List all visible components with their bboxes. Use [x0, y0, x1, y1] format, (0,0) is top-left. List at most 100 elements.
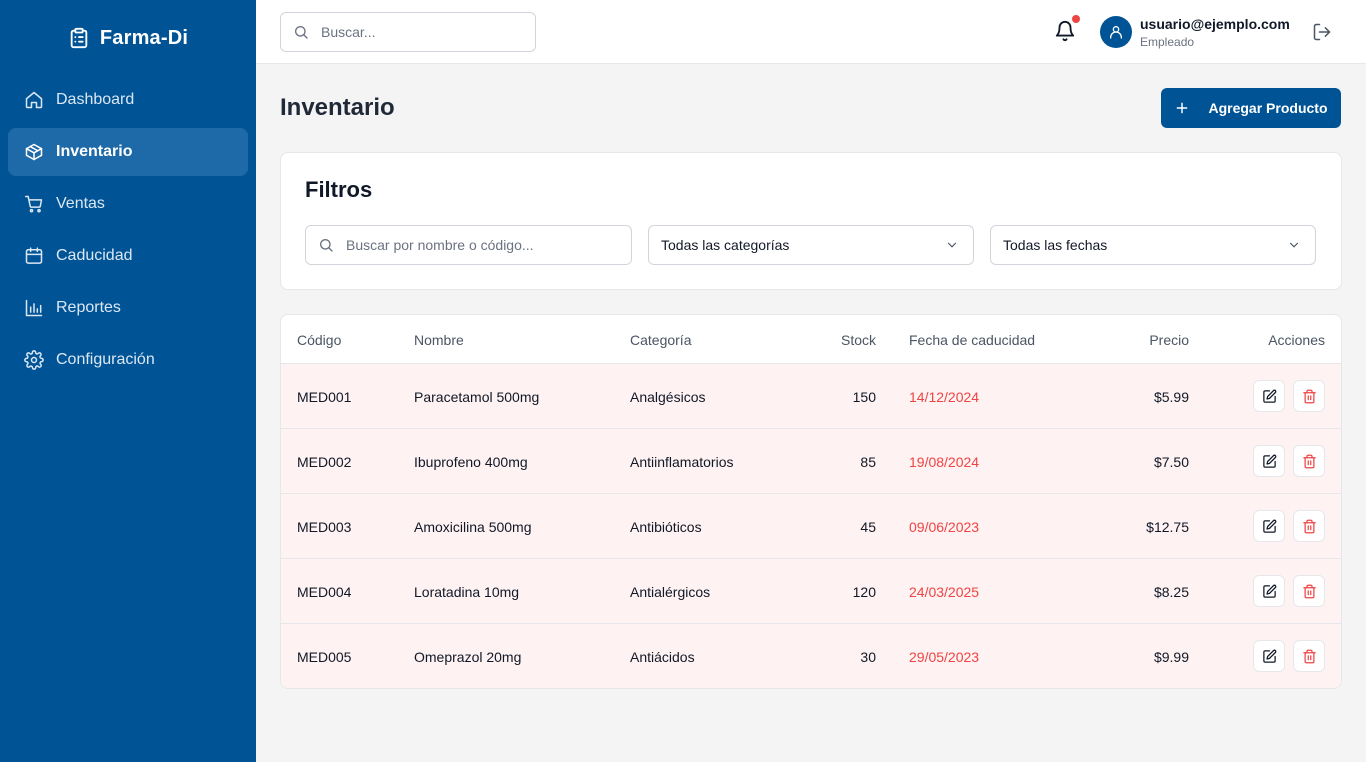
search-icon	[320, 239, 333, 252]
filter-search[interactable]	[305, 225, 632, 265]
cell-category: Antialérgicos	[630, 584, 711, 600]
brand[interactable]: Farma-Di	[0, 0, 256, 76]
delete-button[interactable]	[1293, 640, 1325, 672]
global-search[interactable]	[280, 12, 536, 52]
column-header: Acciones	[1268, 332, 1325, 348]
cell-name: Ibuprofeno 400mg	[414, 454, 528, 470]
sidebar-item-caducidad[interactable]: Caducidad	[8, 232, 248, 280]
cell-expiry: 29/05/2023	[909, 649, 980, 665]
sidebar-item-dashboard[interactable]: Dashboard	[8, 76, 248, 124]
table-row: MED004 Loratadina 10mg Antialérgicos 120…	[281, 559, 1341, 624]
trash-icon	[1302, 584, 1316, 598]
search-input[interactable]	[321, 24, 511, 40]
edit-icon	[1262, 389, 1276, 403]
sidebar-item-label: Ventas	[56, 195, 105, 212]
sidebar-item-label: Dashboard	[56, 91, 135, 108]
sidebar-item-label: Inventario	[56, 143, 133, 160]
filter-search-input[interactable]	[346, 237, 616, 253]
clipboard-icon	[70, 27, 88, 49]
trash-icon	[1302, 454, 1316, 468]
cell-stock: 30	[860, 649, 876, 665]
sidebar-nav: Dashboard Inventario Ventas Caducidad Re…	[0, 76, 256, 384]
cell-expiry: 24/03/2025	[909, 584, 980, 600]
cell-name: Omeprazol 20mg	[414, 649, 522, 665]
edit-button[interactable]	[1253, 445, 1285, 477]
filters-title: Filtros	[305, 177, 373, 202]
cell-code: MED003	[297, 519, 352, 535]
delete-button[interactable]	[1293, 575, 1325, 607]
trash-icon	[1302, 649, 1316, 663]
home-icon	[25, 91, 43, 109]
cell-name: Amoxicilina 500mg	[414, 519, 532, 535]
cell-category: Antiinflamatorios	[630, 454, 734, 470]
cell-stock: 85	[860, 454, 876, 470]
column-header[interactable]: Código	[297, 332, 341, 348]
edit-button[interactable]	[1253, 510, 1285, 542]
delete-button[interactable]	[1293, 510, 1325, 542]
table-row: MED003 Amoxicilina 500mg Antibióticos 45…	[281, 494, 1341, 559]
delete-button[interactable]	[1293, 380, 1325, 412]
top-header: usuario@ejemplo.com Empleado	[256, 0, 1366, 64]
app-title: Farma-Di	[99, 26, 189, 49]
sidebar-item-ventas[interactable]: Ventas	[8, 180, 248, 228]
category-select-value: Todas las categorías	[661, 237, 790, 253]
edit-button[interactable]	[1253, 380, 1285, 412]
date-select-value: Todas las fechas	[1003, 237, 1108, 253]
calendar-icon	[25, 247, 43, 264]
cell-stock: 45	[860, 519, 876, 535]
add-product-button[interactable]: Agregar Producto	[1161, 88, 1341, 128]
user-email: usuario@ejemplo.com	[1140, 16, 1290, 32]
cell-stock: 120	[852, 584, 876, 600]
chevron-down-icon	[947, 242, 957, 248]
cell-code: MED005	[297, 649, 352, 665]
trash-icon	[1302, 519, 1316, 533]
cell-name: Loratadina 10mg	[414, 584, 520, 600]
column-header[interactable]: Precio	[1149, 332, 1189, 348]
bell-icon[interactable]	[1054, 20, 1076, 42]
sidebar-item-label: Reportes	[56, 299, 121, 316]
cell-category: Antibióticos	[630, 519, 702, 535]
category-select[interactable]: Todas las categorías	[648, 225, 974, 265]
chevron-down-icon	[1289, 242, 1299, 248]
column-header[interactable]: Fecha de caducidad	[909, 332, 1035, 348]
cart-icon	[24, 195, 43, 213]
delete-button[interactable]	[1293, 445, 1325, 477]
notification-dot	[1072, 15, 1080, 23]
sidebar-item-reportes[interactable]: Reportes	[8, 284, 248, 332]
sidebar-item-configuracion[interactable]: Configuración	[8, 336, 248, 384]
table-row: MED002 Ibuprofeno 400mg Antiinflamatorio…	[281, 429, 1341, 494]
cell-name: Paracetamol 500mg	[414, 389, 540, 405]
avatar[interactable]	[1100, 16, 1132, 48]
cell-code: MED002	[297, 454, 352, 470]
logout-icon[interactable]	[1312, 22, 1332, 42]
gear-icon	[24, 350, 44, 370]
cell-price: $7.50	[1153, 454, 1189, 470]
user-icon	[1110, 26, 1122, 39]
cell-price: $5.99	[1153, 389, 1189, 405]
column-header[interactable]: Stock	[841, 332, 876, 348]
sidebar-item-inventario[interactable]: Inventario	[8, 128, 248, 176]
plus-icon	[1177, 102, 1188, 114]
cell-price: $9.99	[1153, 649, 1189, 665]
edit-icon	[1262, 519, 1276, 533]
edit-button[interactable]	[1253, 640, 1285, 672]
column-header[interactable]: Categoría	[630, 332, 691, 348]
table-row: MED001 Paracetamol 500mg Analgésicos 150…	[281, 364, 1341, 429]
add-product-label: Agregar Producto	[1208, 100, 1328, 116]
cell-expiry: 09/06/2023	[909, 519, 980, 535]
cell-expiry: 14/12/2024	[909, 389, 980, 405]
column-header[interactable]: Nombre	[414, 332, 464, 348]
cell-price: $12.75	[1146, 519, 1189, 535]
edit-button[interactable]	[1253, 575, 1285, 607]
table-header: Código Nombre Categoría Stock Fecha de c…	[281, 315, 1341, 364]
user-role: Empleado	[1140, 35, 1195, 49]
cell-category: Antiácidos	[630, 649, 695, 665]
trash-icon	[1302, 389, 1316, 403]
cell-code: MED001	[297, 389, 352, 405]
filters-card: Filtros Todas las categorías Todas las f…	[280, 152, 1342, 290]
edit-icon	[1262, 454, 1276, 468]
edit-icon	[1262, 649, 1276, 663]
edit-icon	[1262, 584, 1276, 598]
date-select[interactable]: Todas las fechas	[990, 225, 1316, 265]
cell-code: MED004	[297, 584, 352, 600]
